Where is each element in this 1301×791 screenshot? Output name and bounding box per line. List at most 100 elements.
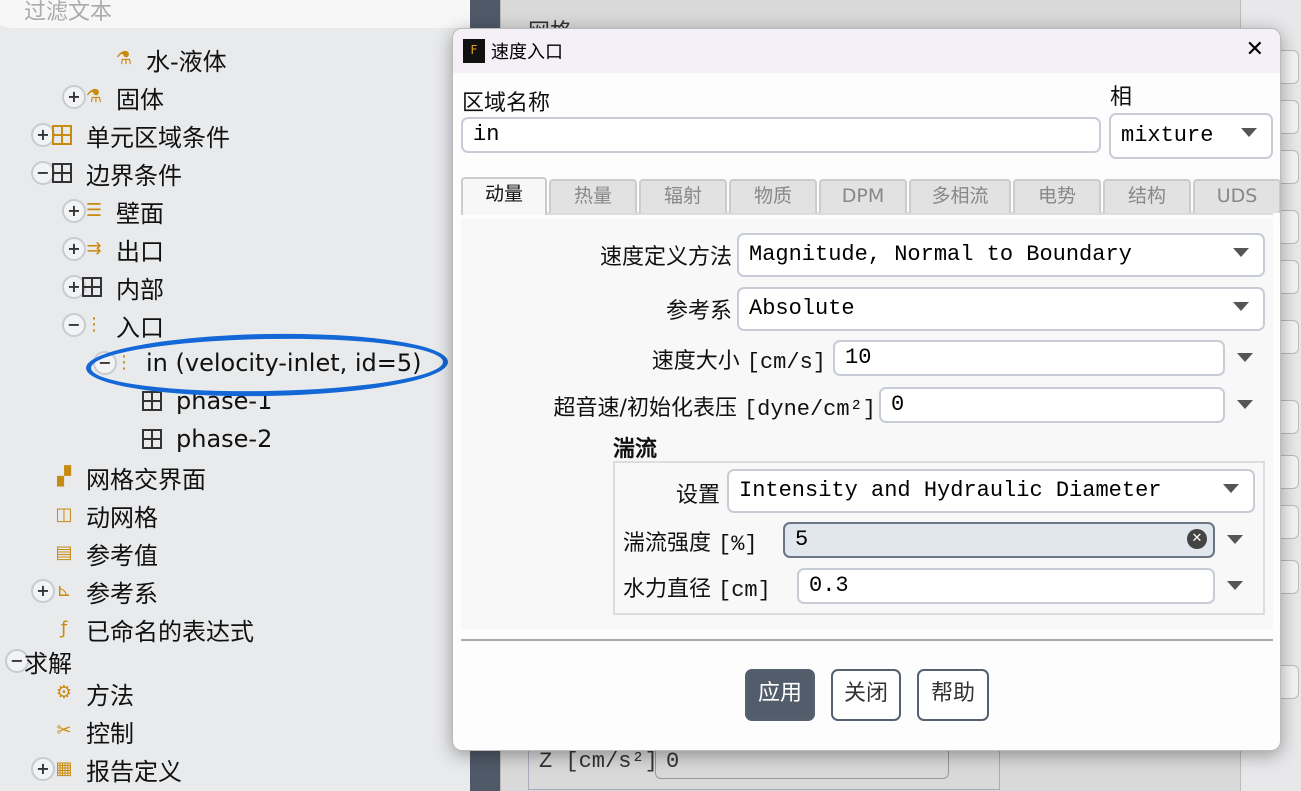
tree-item-label: 边界条件	[86, 161, 182, 190]
tree-item-label: 求解	[24, 649, 72, 678]
tree-item-label: 固体	[116, 85, 164, 114]
velocity-method-dropdown[interactable]: Magnitude, Normal to Boundary	[737, 233, 1265, 277]
tree-item[interactable]: ⚙ 方法	[52, 676, 134, 710]
tree-item[interactable]: phase-2	[142, 422, 272, 456]
divider	[461, 639, 1273, 641]
tab-4[interactable]: DPM	[819, 179, 907, 213]
gauge-pressure-label: 超音速/初始化表压	[553, 396, 737, 421]
tree-item[interactable]: ⚗ 水-液体	[112, 42, 227, 76]
hydraulic-diameter-options-icon[interactable]	[1227, 581, 1243, 590]
grid-icon	[142, 429, 162, 449]
help-button[interactable]: 帮助	[917, 669, 989, 721]
tree-item[interactable]: ⇉ 出口	[82, 232, 164, 266]
tab-3[interactable]: 物质	[729, 179, 817, 213]
function-icon: ƒ	[60, 618, 68, 639]
close-button[interactable]: 关闭	[831, 669, 901, 721]
phase-value: mixture	[1121, 123, 1214, 148]
tree-item-label: 单元区域条件	[86, 123, 230, 152]
close-icon[interactable]: ✕	[1246, 37, 1264, 62]
dynamic-mesh-icon: ◫	[55, 504, 73, 525]
velocity-magnitude-options-icon[interactable]	[1237, 353, 1253, 362]
phase-dropdown[interactable]: mixture	[1109, 113, 1273, 159]
tree-item[interactable]: ⊾ 参考系	[52, 574, 158, 608]
axes-icon: ⊾	[56, 580, 72, 601]
tree-item-label: 参考值	[86, 541, 158, 570]
turbulence-intensity-label: 湍流强度	[623, 531, 712, 556]
turbulence-spec-dropdown[interactable]: Intensity and Hydraulic Diameter	[727, 469, 1255, 513]
tree-item-label: 参考系	[86, 579, 158, 608]
interface-icon: ▞	[57, 466, 71, 487]
inlet-icon: ⋮	[85, 314, 103, 335]
grid-icon	[52, 125, 72, 145]
tab-2[interactable]: 辐射	[639, 179, 727, 213]
turbulence-spec-value: Intensity and Hydraulic Diameter	[739, 478, 1162, 503]
tree-item[interactable]: ✂ 控制	[52, 714, 134, 748]
turbulence-spec-label: 设置	[675, 483, 720, 508]
tab-6[interactable]: 电势	[1013, 179, 1101, 213]
fluent-logo-icon: F	[463, 39, 485, 63]
gauge-pressure-options-icon[interactable]	[1237, 400, 1253, 409]
velocity-magnitude-input[interactable]: 10	[833, 340, 1225, 376]
tab-5[interactable]: 多相流	[909, 179, 1011, 213]
hydraulic-diameter-label: 水力直径	[623, 577, 712, 602]
tree-item[interactable]: ⋮ 入口	[82, 308, 164, 342]
zone-name-input[interactable]: in	[461, 117, 1101, 153]
tree-item-label: 报告定义	[86, 757, 182, 786]
clipboard-icon: ▤	[55, 542, 73, 563]
apply-button[interactable]: 应用	[745, 669, 815, 721]
tree-item[interactable]: 内部	[82, 270, 164, 304]
tree-item[interactable]: ƒ 已命名的表达式	[52, 612, 254, 646]
hydraulic-diameter-input[interactable]: 0.3	[797, 568, 1215, 604]
tree-item-label: 入口	[116, 313, 164, 342]
tree-item[interactable]: 求解	[24, 644, 72, 678]
tree-item-label: 方法	[86, 681, 134, 710]
tree-item-label: 动网格	[86, 503, 158, 532]
tree-item-label: 出口	[116, 237, 164, 266]
phase-label: 相	[1110, 85, 1133, 110]
tools-icon: ✂	[56, 720, 72, 741]
tree-item[interactable]: ▤ 参考值	[52, 536, 158, 570]
reference-frame-dropdown[interactable]: Absolute	[737, 287, 1265, 331]
tree-item-label: 网格交界面	[86, 465, 206, 494]
velocity-method-value: Magnitude, Normal to Boundary	[749, 242, 1132, 267]
tree-item[interactable]: ☰ 壁面	[82, 194, 164, 228]
tab-8[interactable]: UDS	[1193, 179, 1280, 213]
tree-item[interactable]: ▦ 报告定义	[52, 752, 182, 786]
clear-icon[interactable]: ✕	[1187, 529, 1207, 549]
z-label: Z [cm/s²]	[539, 749, 658, 774]
gauge-pressure-unit: [dyne/cm²]	[743, 397, 876, 422]
wall-icon: ☰	[85, 200, 103, 221]
velocity-magnitude-label: 速度大小	[651, 349, 740, 374]
reference-frame-value: Absolute	[749, 296, 855, 321]
velocity-method-label: 速度定义方法	[599, 245, 732, 270]
zone-name-label: 区域名称	[462, 91, 551, 116]
tree-item-label: 壁面	[116, 199, 164, 228]
outlet-icon: ⇉	[86, 238, 102, 259]
tree-item-label: phase-2	[176, 425, 273, 453]
material-icon: ⚗	[85, 86, 103, 107]
tree-item-label: 控制	[86, 719, 134, 748]
report-icon: ▦	[55, 758, 73, 779]
material-icon: ⚗	[115, 48, 133, 69]
tree-item[interactable]: ▞ 网格交界面	[52, 460, 206, 494]
tree-item[interactable]: ◫ 动网格	[52, 498, 158, 532]
gear-icon: ⚙	[55, 682, 73, 703]
tree-item[interactable]: ⚗ 固体	[82, 80, 164, 114]
grid-icon	[52, 163, 72, 183]
tree-item[interactable]: 边界条件	[52, 156, 182, 190]
tree-item-label: 已命名的表达式	[86, 617, 254, 646]
tab-1[interactable]: 热量	[549, 179, 637, 213]
dialog-titlebar: F 速度入口 ✕	[453, 29, 1280, 73]
tab-0[interactable]: 动量	[461, 177, 547, 215]
gauge-pressure-input[interactable]: 0	[879, 387, 1225, 423]
turbulence-intensity-options-icon[interactable]	[1227, 535, 1243, 544]
reference-frame-label: 参考系	[665, 299, 732, 324]
tab-bar: 动量 热量 辐射 物质 DPM 多相流 电势 结构 UDS	[461, 177, 1280, 215]
tab-7[interactable]: 结构	[1103, 179, 1191, 213]
velocity-inlet-dialog: F 速度入口 ✕ 区域名称 in 相 mixture 动量 热量 辐射 物质 DPM 多相…	[452, 28, 1281, 751]
turbulence-intensity-input[interactable]: 5 ✕	[783, 522, 1215, 558]
dialog-title: 速度入口	[491, 42, 563, 63]
tree-item-label: 内部	[116, 275, 164, 304]
tree-item[interactable]: 单元区域条件	[52, 118, 230, 152]
turbulence-heading: 湍流	[613, 437, 658, 462]
